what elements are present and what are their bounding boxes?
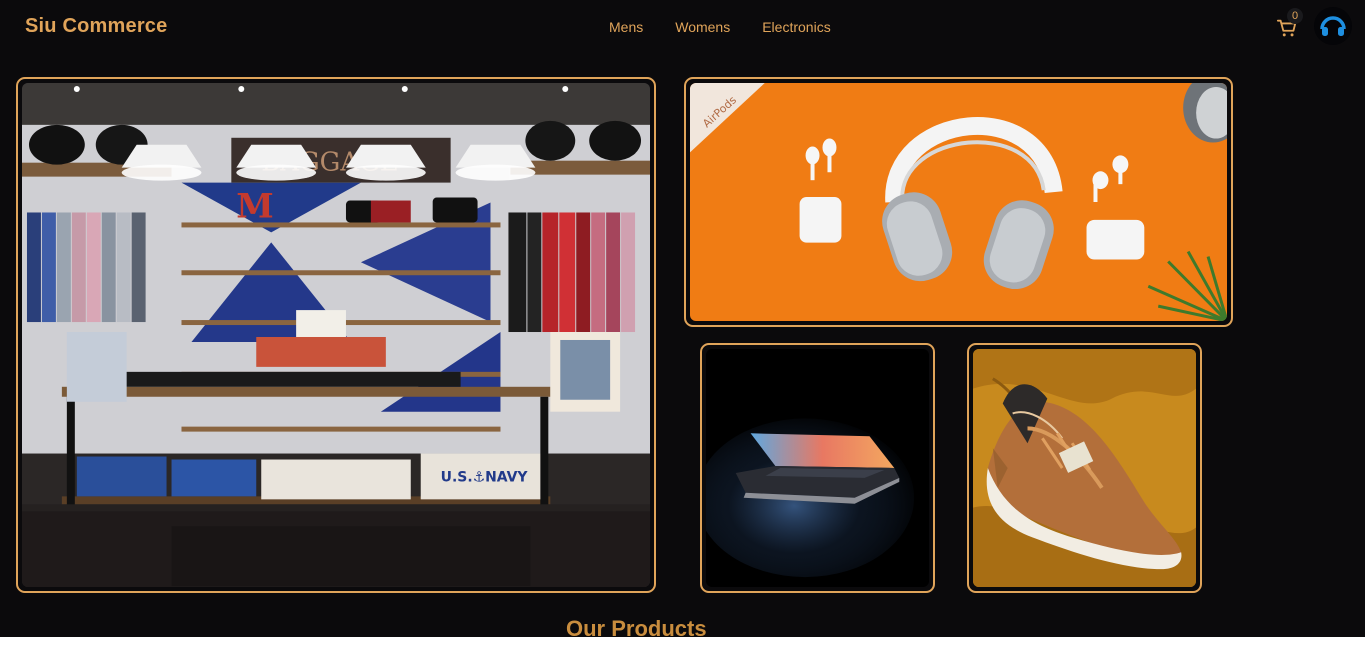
our-products-heading: Our Products — [566, 616, 707, 637]
headphones-image[interactable]: AirPods — [684, 77, 1233, 327]
brand-logo[interactable]: Siu Commerce — [25, 15, 167, 38]
main-nav: Mens Womens Electronics — [609, 19, 863, 35]
svg-text:M: M — [236, 185, 273, 225]
sneaker-image[interactable] — [967, 343, 1202, 593]
page: Siu Commerce Mens Womens Electronics 0 B… — [0, 0, 1365, 637]
cart-count-badge: 0 — [1287, 8, 1303, 24]
laptop-image[interactable] — [700, 343, 935, 593]
svg-text:U.S.⚓NAVY: U.S.⚓NAVY — [441, 469, 529, 485]
store-interior-image[interactable]: BAGGAGE M U.S.⚓NAVY — [16, 77, 656, 593]
nav-link-electronics[interactable]: Electronics — [762, 19, 830, 35]
user-avatar-icon[interactable] — [1314, 7, 1352, 45]
nav-link-mens[interactable]: Mens — [609, 19, 643, 35]
nav-link-womens[interactable]: Womens — [675, 19, 730, 35]
